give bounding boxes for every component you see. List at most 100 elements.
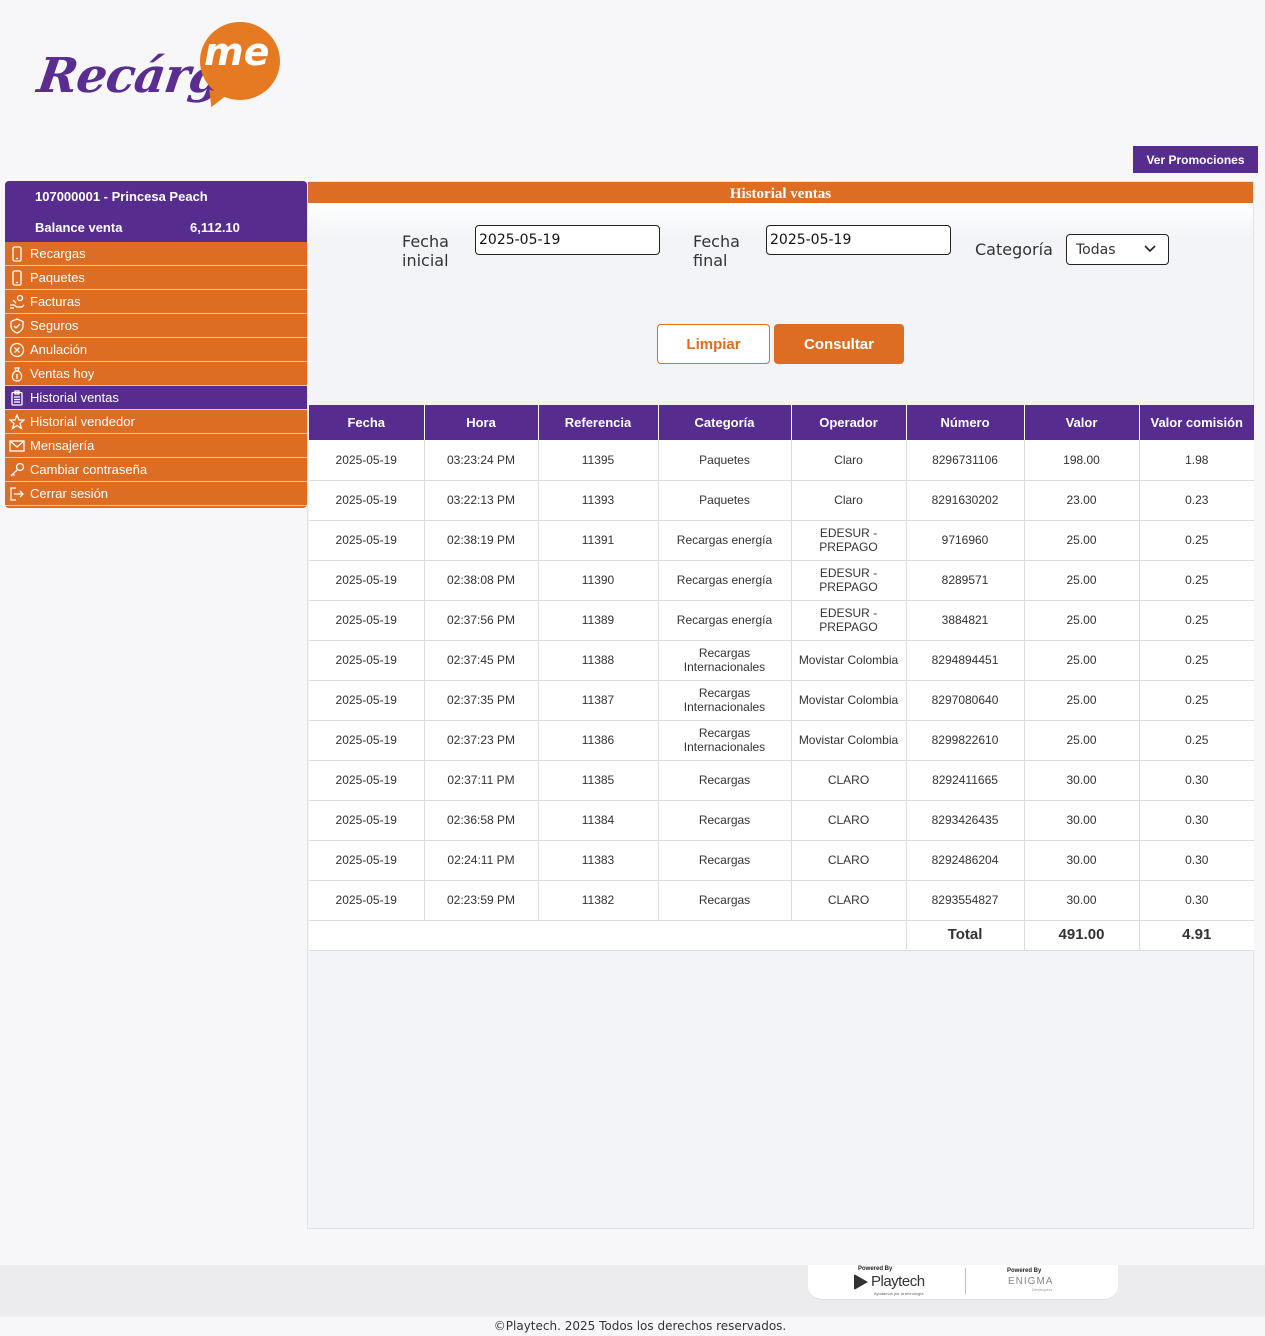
- view-promotions-button[interactable]: Ver Promociones: [1133, 146, 1258, 173]
- table-cell: 25.00: [1024, 520, 1140, 561]
- shield-icon: [8, 317, 26, 335]
- table-cell: Recargas: [658, 840, 792, 881]
- table-cell: CLARO: [791, 840, 907, 881]
- clear-button[interactable]: Limpiar: [657, 324, 770, 364]
- sidebar-item-label: Seguros: [30, 318, 79, 333]
- chevron-down-icon: [1144, 245, 1156, 253]
- table-cell: 2025-05-19: [309, 600, 425, 641]
- table-cell: 11395: [538, 440, 659, 481]
- category-select[interactable]: Todas: [1066, 234, 1169, 265]
- sidebar-item-label: Historial vendedor: [30, 414, 135, 429]
- table-cell: 02:37:23 PM: [424, 720, 539, 761]
- table-cell: Recargas Internacionales: [658, 680, 792, 721]
- sidebar-item-label: Mensajería: [30, 438, 95, 453]
- envelope-icon: [8, 437, 26, 455]
- query-button[interactable]: Consultar: [774, 324, 904, 364]
- category-label: Categoría: [975, 240, 1053, 259]
- table-cell: 2025-05-19: [309, 880, 425, 921]
- sidebar-item-historial-vendedor[interactable]: Historial vendedor: [5, 410, 307, 434]
- table-cell: 11390: [538, 560, 659, 601]
- total-commission: 4.91: [1139, 920, 1254, 951]
- money-bag-icon: [8, 365, 26, 383]
- table-row: 2025-05-19 03:22:13 PM 11393 Paquetes Claro 8…: [309, 480, 1254, 521]
- table-cell: 9716960: [906, 520, 1025, 561]
- sidebar-item-recargas[interactable]: Recargas: [5, 242, 307, 266]
- footer-divider: [965, 1268, 966, 1294]
- logo-me: me: [204, 30, 270, 74]
- playtech-tagline: Ayudamos por la tecnología: [874, 1291, 924, 1296]
- table-cell: 11384: [538, 800, 659, 841]
- playtech-logo: Playtech: [854, 1273, 925, 1290]
- sidebar-item-facturas[interactable]: Facturas: [5, 290, 307, 314]
- table-cell: Paquetes: [658, 440, 792, 481]
- table-cell: Claro: [791, 480, 907, 521]
- sidebar-item-cerrar-sesion[interactable]: Cerrar sesión: [5, 482, 307, 506]
- copyright: ©Playtech. 2025 Todos los derechos reser…: [493, 1319, 787, 1333]
- end-date-label-line2: final: [693, 251, 728, 270]
- table-cell: 23.00: [1024, 480, 1140, 521]
- table-cell: 8292411665: [906, 760, 1025, 801]
- table-cell: Recargas energía: [658, 560, 792, 601]
- sales-table: Fecha Hora Referencia Categoría Operador Núme…: [309, 405, 1254, 951]
- table-cell: 0.23: [1139, 480, 1254, 521]
- table-cell: 30.00: [1024, 760, 1140, 801]
- column-header: Hora: [424, 405, 539, 440]
- table-cell: 11386: [538, 720, 659, 761]
- total-row: Total 491.00 4.91: [309, 920, 1254, 951]
- table-cell: 11389: [538, 600, 659, 641]
- powered-by-label-1: Powered By: [858, 1266, 893, 1272]
- table-cell: 2025-05-19: [309, 760, 425, 801]
- sidebar-item-label: Cerrar sesión: [30, 486, 109, 501]
- table-cell: Recargas energía: [658, 600, 792, 641]
- end-date-label: Fecha final: [693, 232, 740, 270]
- sidebar-menu: Recargas Paquetes Facturas Seguros Anulación…: [5, 242, 307, 508]
- table-cell: 8294894451: [906, 640, 1025, 681]
- table-cell: 2025-05-19: [309, 840, 425, 881]
- end-date-input[interactable]: [766, 225, 951, 255]
- sidebar-item-paquetes[interactable]: Paquetes: [5, 266, 307, 290]
- table-cell: 8299822610: [906, 720, 1025, 761]
- table-cell: EDESUR - PREPAGO: [791, 560, 907, 601]
- start-date-label-line2: inicial: [402, 251, 449, 270]
- sidebar-item-label: Paquetes: [30, 270, 85, 285]
- table-cell: 30.00: [1024, 880, 1140, 921]
- sidebar-item-historial-ventas[interactable]: Historial ventas: [5, 386, 307, 410]
- table-cell: 02:38:19 PM: [424, 520, 539, 561]
- sidebar-item-mensajeria[interactable]: Mensajería: [5, 434, 307, 458]
- column-header: Categoría: [658, 405, 792, 440]
- start-date-input[interactable]: [475, 225, 660, 255]
- total-label: Total: [906, 920, 1025, 951]
- table-cell: 8297080640: [906, 680, 1025, 721]
- table-cell: 0.30: [1139, 840, 1254, 881]
- table-cell: 11387: [538, 680, 659, 721]
- table-cell: 11385: [538, 760, 659, 801]
- powered-by-label-2: Powered By: [1007, 1268, 1042, 1274]
- column-header: Número: [906, 405, 1025, 440]
- page-title: Historial ventas: [308, 182, 1253, 203]
- table-cell: Movistar Colombia: [791, 640, 907, 681]
- table-cell: 2025-05-19: [309, 520, 425, 561]
- account-panel: 107000001 - Princesa Peach Balance venta…: [5, 181, 307, 242]
- start-date-label-line1: Fecha: [402, 232, 449, 251]
- sidebar-item-ventas-hoy[interactable]: Ventas hoy: [5, 362, 307, 386]
- column-header: Valor comisión: [1139, 405, 1254, 440]
- sidebar-item-cambiar-contrasena[interactable]: Cambiar contraseña: [5, 458, 307, 482]
- table-cell: 02:37:35 PM: [424, 680, 539, 721]
- table-cell: 03:23:24 PM: [424, 440, 539, 481]
- start-date-label: Fecha inicial: [402, 232, 449, 270]
- table-row: 2025-05-19 02:24:11 PM 11383 Recargas CLARO 8…: [309, 840, 1254, 881]
- play-triangle-icon: [854, 1273, 868, 1290]
- balance-label: Balance venta: [35, 220, 123, 235]
- sidebar-item-seguros[interactable]: Seguros: [5, 314, 307, 338]
- table-row: 2025-05-19 02:37:23 PM 11386 Recargas Inter…: [309, 720, 1254, 761]
- table-cell: CLARO: [791, 880, 907, 921]
- table-row: 2025-05-19 02:38:08 PM 11390 Recargas energ…: [309, 560, 1254, 601]
- table-cell: 0.25: [1139, 520, 1254, 561]
- table-cell: 0.30: [1139, 760, 1254, 801]
- key-icon: [8, 461, 26, 479]
- column-header: Referencia: [538, 405, 659, 440]
- balance-value: 6,112.10: [190, 220, 240, 235]
- sidebar-item-anulacion[interactable]: Anulación: [5, 338, 307, 362]
- hand-money-icon: [8, 293, 26, 311]
- sidebar-item-label: Historial ventas: [30, 390, 119, 405]
